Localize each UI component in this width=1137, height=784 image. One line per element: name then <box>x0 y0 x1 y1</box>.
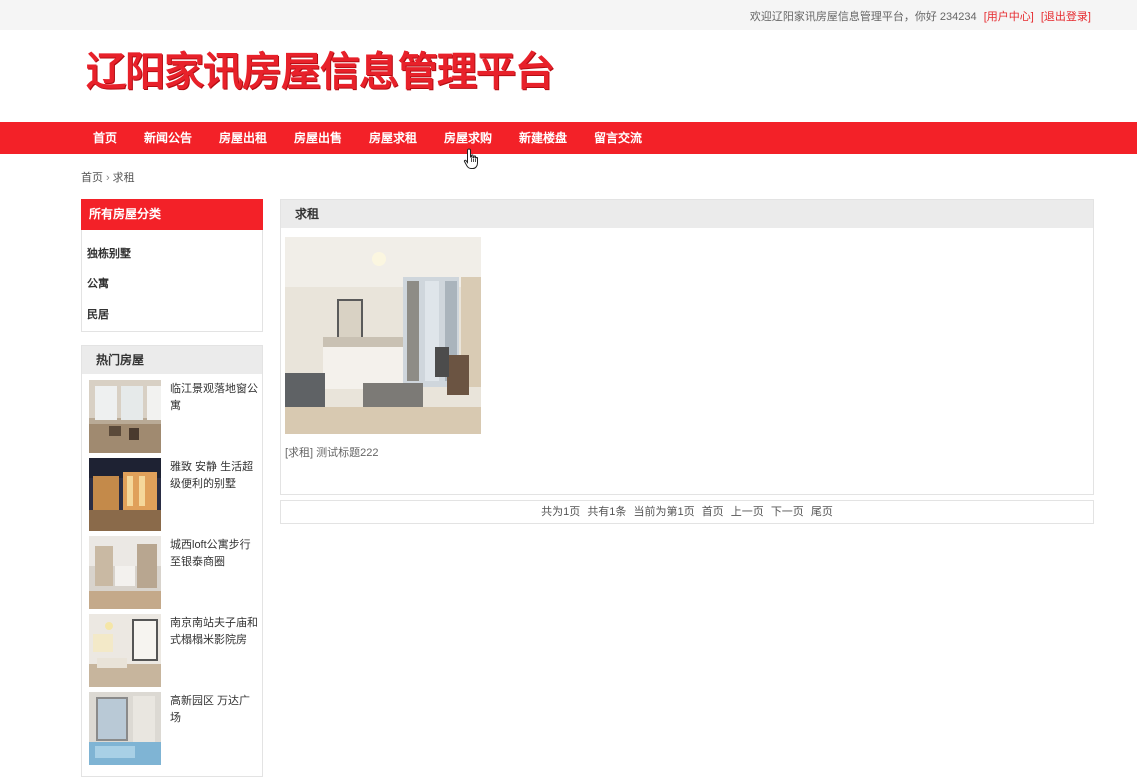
pagination-last-button[interactable]: 尾页 <box>811 506 833 518</box>
category-item-villa[interactable]: 独栋别墅 <box>87 245 131 261</box>
category-item-residence[interactable]: 民居 <box>87 306 109 322</box>
nav-item-home[interactable]: 首页 <box>93 122 117 154</box>
listing-panel: 求租 [求租] 测试标题222 <box>280 199 1094 495</box>
breadcrumb-home[interactable]: 首页 <box>81 172 103 184</box>
user-center-link[interactable]: [用户中心] <box>984 11 1034 23</box>
breadcrumb: 首页 › 求租 <box>81 169 135 185</box>
nav-item-messages[interactable]: 留言交流 <box>594 122 642 154</box>
main-nav: 首页 新闻公告 房屋出租 房屋出售 房屋求租 房屋求购 新建楼盘 留言交流 <box>0 122 1137 154</box>
category-panel: 所有房屋分类 独栋别墅 公寓 民居 <box>81 199 263 332</box>
hot-houses-panel: 热门房屋 临江景观落地窗公寓 雅致 安静 生活超级便利的别墅 城西loft公寓步… <box>81 345 263 777</box>
hot-house-item[interactable]: 南京南站夫子庙和式榻榻米影院房 <box>89 614 259 688</box>
pagination-total-items: 共有1条 <box>587 506 627 518</box>
nav-item-rent-out[interactable]: 房屋出租 <box>219 122 267 154</box>
nav-item-sale[interactable]: 房屋出售 <box>294 122 342 154</box>
hot-houses-title: 热门房屋 <box>82 346 262 374</box>
nav-item-want-rent[interactable]: 房屋求租 <box>369 122 417 154</box>
house-thumbnail[interactable] <box>89 380 161 453</box>
house-thumbnail[interactable] <box>89 458 161 531</box>
nav-item-news[interactable]: 新闻公告 <box>144 122 192 154</box>
house-thumbnail[interactable] <box>89 536 161 609</box>
pagination-next-button[interactable]: 下一页 <box>771 506 804 518</box>
listing-image[interactable] <box>285 237 481 434</box>
pagination-current-page: 当前为第1页 <box>633 506 695 518</box>
breadcrumb-separator: › <box>106 172 110 184</box>
pagination-total-pages: 共为1页 <box>541 506 581 518</box>
house-thumbnail[interactable] <box>89 692 161 765</box>
breadcrumb-current: 求租 <box>112 172 135 184</box>
house-thumbnail[interactable] <box>89 614 161 687</box>
hot-house-item[interactable]: 高新园区 万达广场 <box>89 692 259 766</box>
category-panel-title: 所有房屋分类 <box>81 199 263 230</box>
pagination: 共为1页 共有1条 当前为第1页 首页 上一页 下一页 尾页 <box>280 500 1094 524</box>
hand-cursor-icon <box>463 148 478 169</box>
user-greeting-area: 欢迎辽阳家讯房屋信息管理平台，你好 234234 [用户中心] [退出登录] <box>750 8 1091 24</box>
hot-house-title[interactable]: 城西loft公寓步行至银泰商圈 <box>170 537 259 571</box>
hot-house-title[interactable]: 南京南站夫子庙和式榻榻米影院房 <box>170 615 259 649</box>
site-logo[interactable]: 辽阳家讯房屋信息管理平台 <box>86 44 555 100</box>
listing-panel-title: 求租 <box>281 200 1093 228</box>
hot-house-title[interactable]: 临江景观落地窗公寓 <box>170 381 259 415</box>
category-item-apartment[interactable]: 公寓 <box>87 275 109 291</box>
pagination-prev-button[interactable]: 上一页 <box>731 506 764 518</box>
hot-house-item[interactable]: 城西loft公寓步行至银泰商圈 <box>89 536 259 610</box>
logout-link[interactable]: [退出登录] <box>1041 11 1091 23</box>
top-bar: 欢迎辽阳家讯房屋信息管理平台，你好 234234 [用户中心] [退出登录] <box>0 0 1137 30</box>
hot-house-title[interactable]: 雅致 安静 生活超级便利的别墅 <box>170 459 259 493</box>
welcome-text: 欢迎辽阳家讯房屋信息管理平台，你好 234234 <box>749 11 977 23</box>
hot-house-item[interactable]: 临江景观落地窗公寓 <box>89 380 259 454</box>
hot-house-title[interactable]: 高新园区 万达广场 <box>170 693 259 727</box>
hot-house-item[interactable]: 雅致 安静 生活超级便利的别墅 <box>89 458 259 532</box>
nav-item-new-projects[interactable]: 新建楼盘 <box>519 122 567 154</box>
listing-title[interactable]: [求租] 测试标题222 <box>285 444 379 460</box>
pagination-first-button[interactable]: 首页 <box>702 506 724 518</box>
